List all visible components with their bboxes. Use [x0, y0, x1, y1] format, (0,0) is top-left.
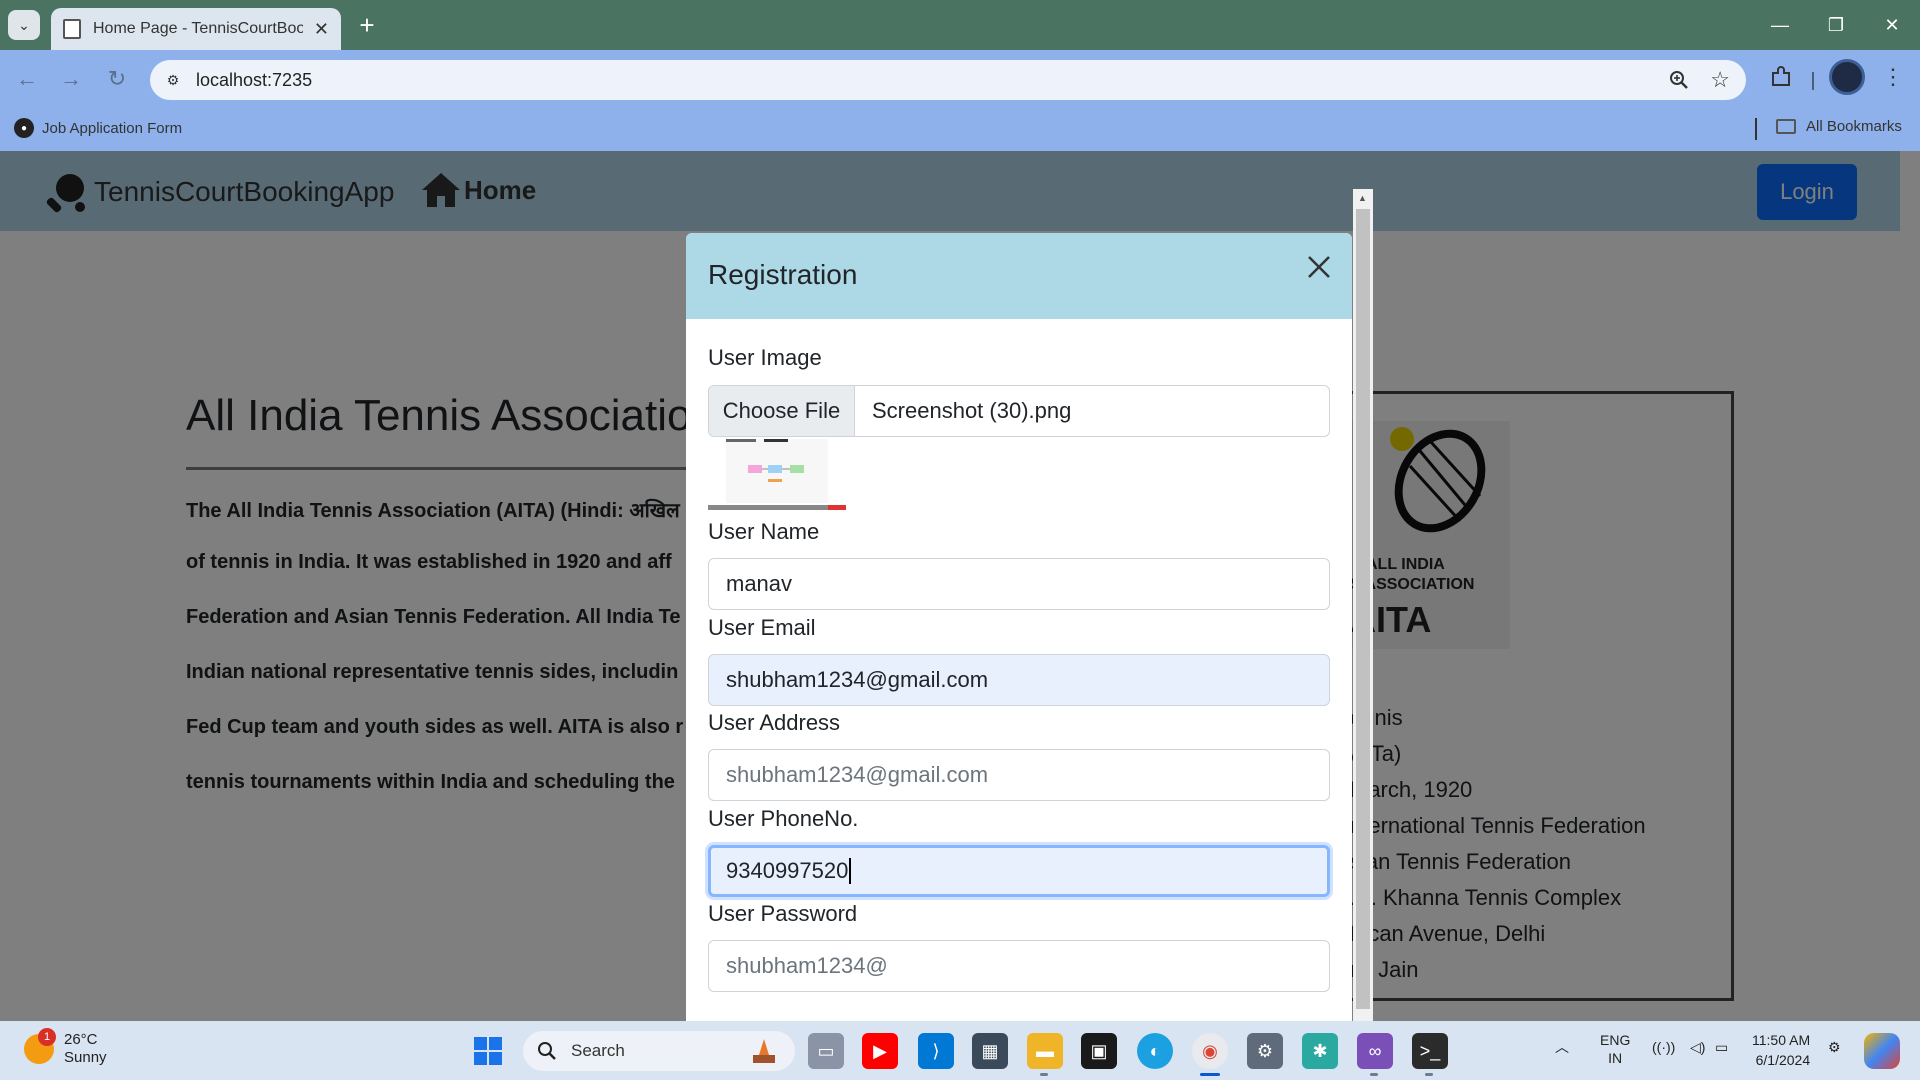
wifi-icon[interactable]: ((·))	[1652, 1039, 1675, 1055]
notification-settings-icon[interactable]: ⚙	[1828, 1039, 1841, 1056]
search-icon	[538, 1042, 556, 1060]
user-email-input[interactable]: shubham1234@gmail.com	[708, 654, 1330, 706]
reload-button[interactable]: ↻	[102, 64, 132, 94]
volume-icon[interactable]: ◁)	[1690, 1039, 1705, 1056]
weather-condition: Sunny	[64, 1049, 107, 1066]
choose-file-button[interactable]: Choose File	[709, 386, 855, 436]
user-phone-input[interactable]: 9340997520	[708, 845, 1330, 897]
extensions-icon[interactable]	[1768, 64, 1794, 90]
user-address-label: User Address	[708, 710, 841, 735]
notification-badge: 1	[38, 1028, 56, 1046]
address-bar[interactable]: ⚙ localhost:7235 ☆	[150, 60, 1746, 100]
windows-taskbar: 1 26°C Sunny Search ▭ ▶ ⟩ ▦ ▬ ▣ ◐ ◉ ⚙ ✱ …	[0, 1021, 1920, 1080]
modal-header: Registration	[686, 233, 1352, 319]
modal-title: Registration	[708, 259, 858, 290]
window-controls: — ❐ ✕	[1752, 0, 1920, 50]
web-page: TennisCourtBookingApp Home Login All Ind…	[0, 151, 1920, 1021]
windows-start-icon[interactable]	[470, 1033, 506, 1069]
terminal-app-icon[interactable]: ▣	[1081, 1033, 1117, 1069]
browser-menu-icon[interactable]: ⋮	[1882, 64, 1904, 90]
settings-icon[interactable]: ⚙	[1247, 1033, 1283, 1069]
image-preview-thumbnail	[708, 439, 846, 510]
browser-tab[interactable]: Home Page - TennisCourtBookingApp ✕	[51, 8, 341, 50]
scroll-up-icon[interactable]: ▲	[1358, 193, 1367, 203]
active-app-indicator	[1200, 1073, 1220, 1076]
tab-title: Home Page - TennisCourtBookingApp	[93, 20, 303, 37]
user-image-file-input[interactable]: Choose File Screenshot (30).png	[708, 385, 1330, 437]
tray-overflow-chevron-icon[interactable]: ︿	[1555, 1037, 1569, 1057]
forward-button[interactable]: →	[56, 64, 86, 94]
sun-icon: 1	[24, 1028, 56, 1064]
running-app-indicator	[1370, 1073, 1378, 1076]
close-icon	[1308, 256, 1330, 278]
user-password-label: User Password	[708, 901, 858, 926]
close-window-button[interactable]: ✕	[1864, 0, 1920, 50]
bookmark-label: Job Application Form	[42, 119, 183, 137]
url-text[interactable]: localhost:7235	[196, 70, 312, 91]
edge-icon[interactable]: ◐	[1137, 1033, 1173, 1069]
browser-toolbar: ← → ↻ ⚙ localhost:7235 ☆	[0, 50, 1920, 108]
all-bookmarks-button[interactable]: All Bookmarks	[1776, 118, 1902, 135]
tab-search-button[interactable]: ⌄	[8, 10, 40, 40]
battery-icon[interactable]: ▭	[1715, 1039, 1728, 1056]
toolbar-divider	[1812, 72, 1814, 90]
new-tab-button[interactable]: +	[352, 10, 382, 40]
running-app-indicator	[1425, 1073, 1433, 1076]
running-app-indicator	[1040, 1073, 1048, 1076]
profile-avatar[interactable]	[1829, 59, 1865, 95]
back-button[interactable]: ←	[12, 64, 42, 94]
tab-close-icon[interactable]: ✕	[314, 19, 329, 40]
selected-file-name: Screenshot (30).png	[872, 398, 1072, 423]
user-password-input[interactable]: shubham1234@	[708, 940, 1330, 992]
browser-tab-bar: ⌄ Home Page - TennisCourtBookingApp ✕ + …	[0, 0, 1920, 50]
user-image-label: User Image	[708, 345, 822, 370]
chrome-icon[interactable]: ◉	[1192, 1033, 1228, 1069]
language-code: ENG	[1600, 1032, 1631, 1048]
minimize-button[interactable]: —	[1752, 0, 1808, 50]
task-view-icon[interactable]: ▭	[808, 1033, 844, 1069]
clock-date: 6/1/2024	[1755, 1052, 1811, 1068]
user-address-input[interactable]: shubham1234@gmail.com	[708, 749, 1330, 801]
copilot-icon[interactable]	[1864, 1033, 1900, 1069]
site-info-icon[interactable]: ⚙	[162, 70, 184, 90]
folder-icon	[1776, 119, 1796, 134]
scrollbar-thumb[interactable]	[1356, 209, 1370, 1009]
region-code: IN	[1608, 1050, 1623, 1066]
page-favicon-icon	[63, 19, 81, 39]
search-label: Search	[571, 1041, 625, 1060]
vscode-icon[interactable]: ⟩	[918, 1033, 954, 1069]
text-caret	[849, 858, 852, 884]
user-name-label: User Name	[708, 519, 820, 544]
restore-button[interactable]: ❐	[1808, 0, 1864, 50]
search-highlight-icon	[753, 1039, 775, 1063]
youtube-icon[interactable]: ▶	[862, 1033, 898, 1069]
registration-modal: Registration User Image Choose File Scre…	[686, 233, 1352, 1021]
bookmark-star-icon[interactable]: ☆	[1710, 67, 1730, 93]
command-prompt-icon[interactable]: >_	[1412, 1033, 1448, 1069]
bookmark-job-application[interactable]: ● Job Application Form	[14, 118, 182, 138]
taskbar-search[interactable]: Search	[523, 1031, 795, 1071]
user-phone-label: User PhoneNo.	[708, 806, 859, 831]
zoom-icon[interactable]	[1668, 69, 1690, 91]
phone-value: 9340997520	[726, 858, 849, 883]
bookmarks-divider	[1755, 118, 1757, 140]
modal-scrollbar[interactable]: ▲	[1353, 189, 1373, 1021]
visual-studio-icon[interactable]: ∞	[1357, 1033, 1393, 1069]
bookmarks-bar: ● Job Application Form All Bookmarks	[0, 108, 1920, 151]
user-email-label: User Email	[708, 615, 816, 640]
github-icon: ●	[14, 118, 34, 138]
language-indicator[interactable]: ENG IN	[1600, 1031, 1630, 1067]
clock-time: 11:50 AM	[1752, 1032, 1811, 1048]
all-bookmarks-label: All Bookmarks	[1806, 118, 1902, 135]
weather-widget[interactable]: 1 26°C Sunny	[24, 1028, 107, 1067]
file-explorer-icon[interactable]: ▬	[1027, 1033, 1063, 1069]
user-name-input[interactable]: manav	[708, 558, 1330, 610]
close-modal-button[interactable]	[1301, 249, 1337, 285]
temperature: 26°C	[64, 1031, 98, 1048]
calculator-icon[interactable]: ▦	[972, 1033, 1008, 1069]
network-tool-icon[interactable]: ✱	[1302, 1033, 1338, 1069]
system-clock[interactable]: 11:50 AM 6/1/2024	[1752, 1030, 1810, 1070]
